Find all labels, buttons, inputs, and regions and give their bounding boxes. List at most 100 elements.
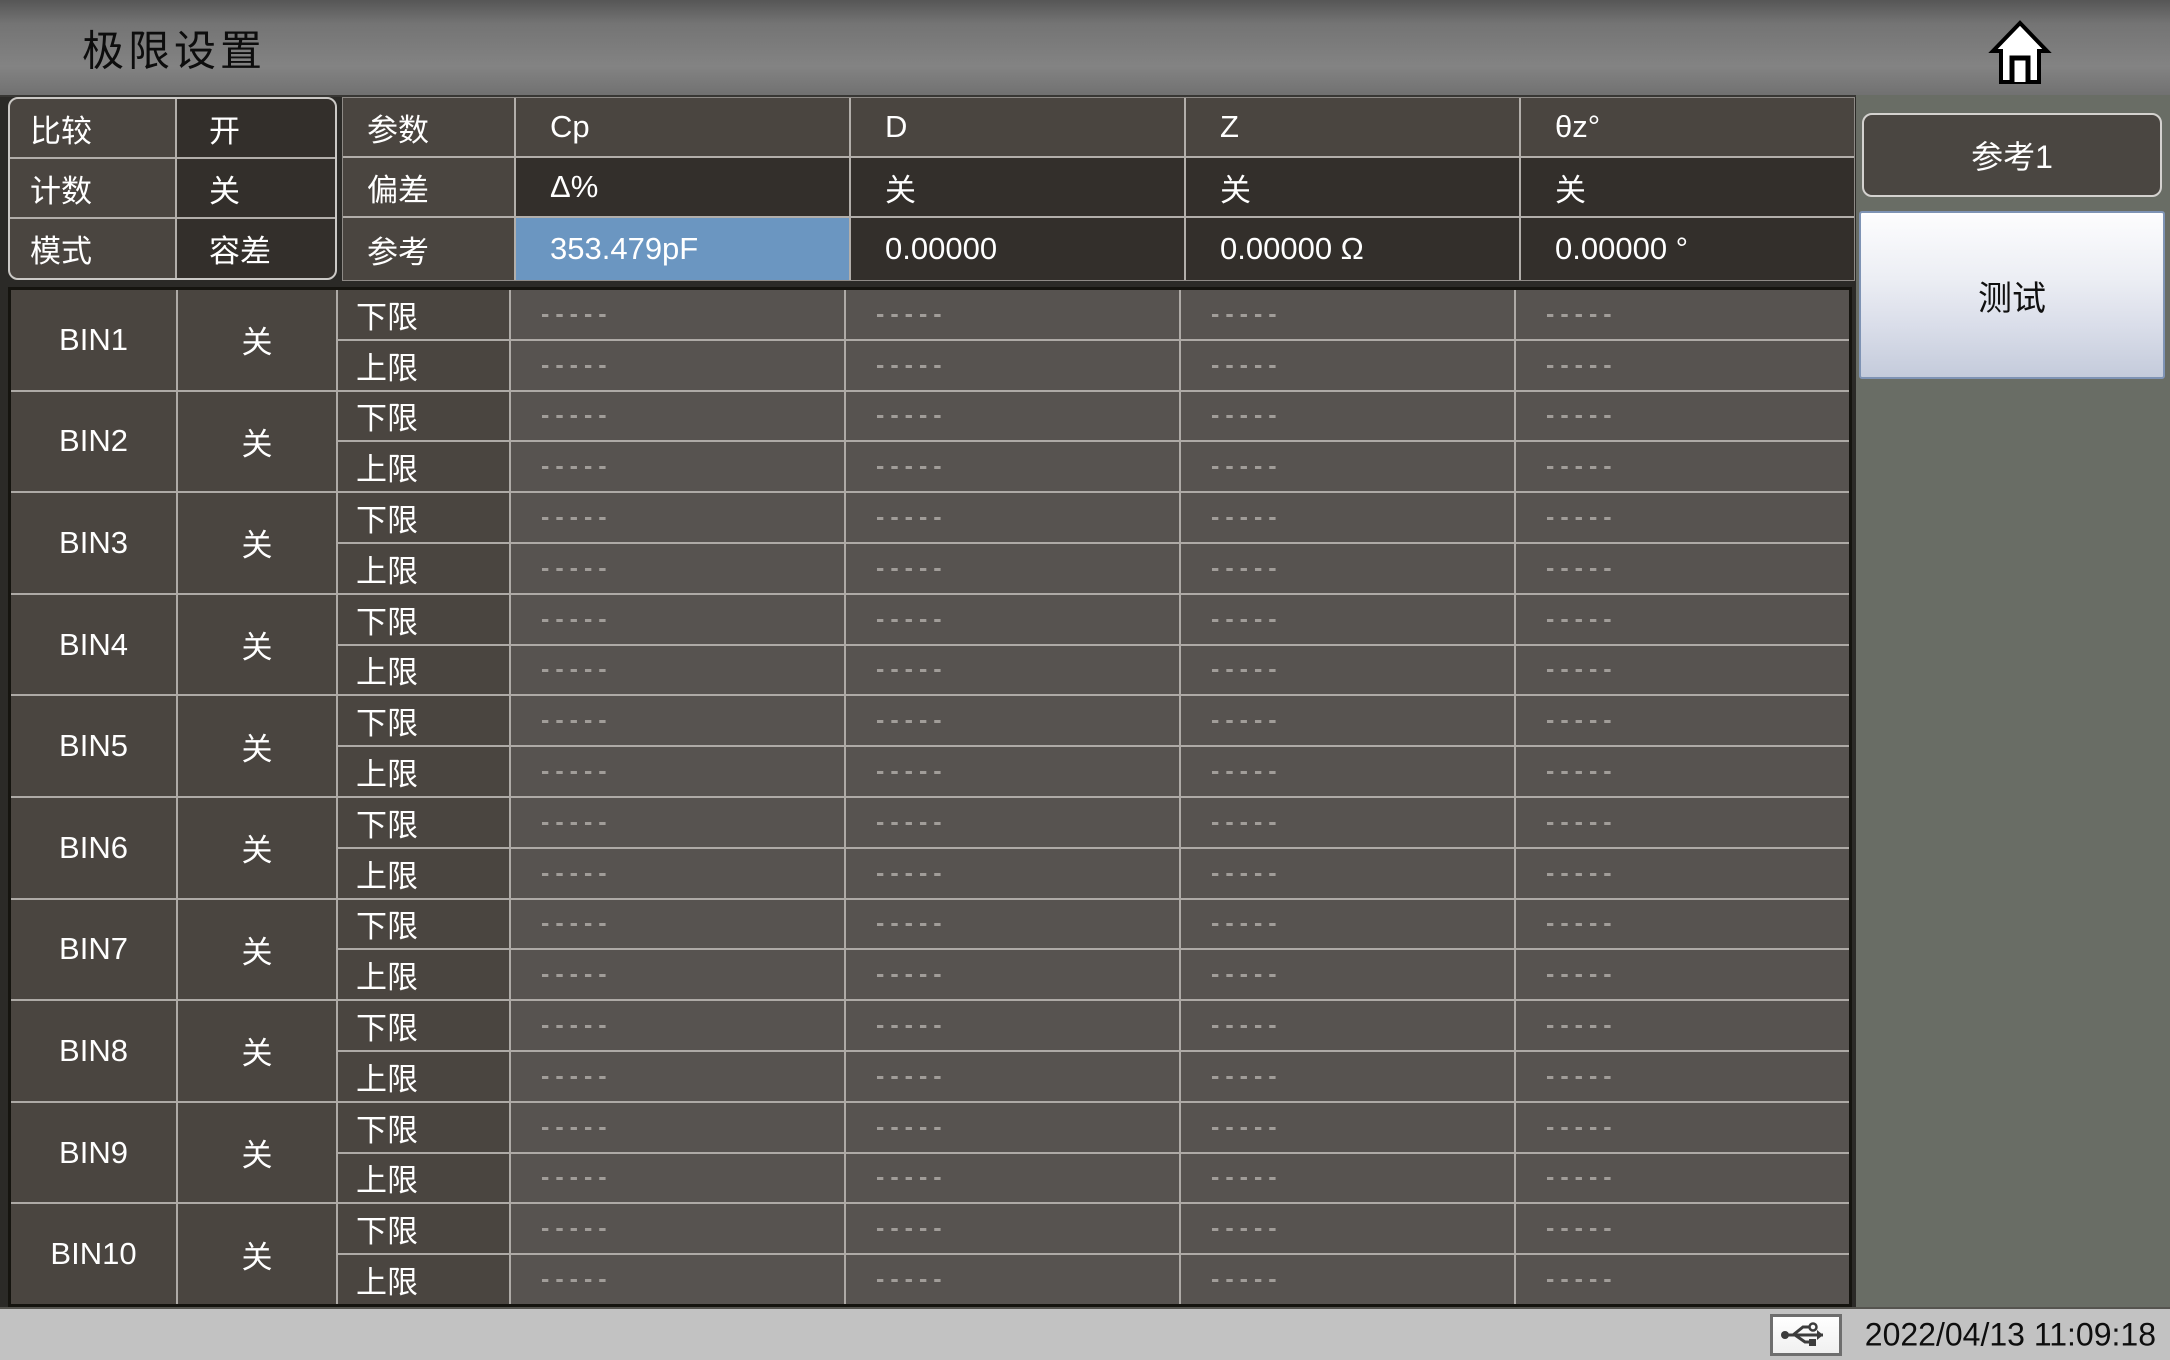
- upper-limit-value-cp[interactable]: -----: [511, 442, 844, 492]
- upper-limit-value-theta[interactable]: -----: [1516, 1153, 1849, 1203]
- upper-limit-value-z[interactable]: -----: [1181, 848, 1514, 898]
- reference1-button[interactable]: 参考1: [1862, 113, 2162, 197]
- lower-limit-value-cp[interactable]: -----: [511, 1204, 844, 1254]
- lower-limit-value-z[interactable]: -----: [1181, 1204, 1514, 1254]
- bin-state-cell[interactable]: 关: [178, 899, 336, 1000]
- lower-limit-value-theta[interactable]: -----: [1516, 696, 1849, 746]
- upper-limit-value-d[interactable]: -----: [846, 340, 1179, 390]
- lower-limit-value-z[interactable]: -----: [1181, 493, 1514, 542]
- param-col-header-theta[interactable]: θz°: [1521, 98, 1854, 156]
- lower-limit-value-d[interactable]: -----: [846, 391, 1179, 441]
- lower-limit-value-d[interactable]: -----: [846, 1102, 1179, 1152]
- upper-limit-value-theta[interactable]: -----: [1516, 543, 1849, 593]
- lower-limit-value-theta[interactable]: -----: [1516, 797, 1849, 847]
- upper-limit-value-theta[interactable]: -----: [1516, 1255, 1849, 1304]
- upper-limit-value-cp[interactable]: -----: [511, 340, 844, 390]
- reference-value-z[interactable]: 0.00000 Ω: [1186, 218, 1519, 280]
- param-col-header-z[interactable]: Z: [1186, 98, 1519, 156]
- lower-limit-value-z[interactable]: -----: [1181, 899, 1514, 949]
- upper-limit-value-d[interactable]: -----: [846, 747, 1179, 796]
- upper-limit-value-z[interactable]: -----: [1181, 1255, 1514, 1304]
- upper-limit-value-theta[interactable]: -----: [1516, 645, 1849, 695]
- lower-limit-value-d[interactable]: -----: [846, 290, 1179, 339]
- lower-limit-value-theta[interactable]: -----: [1516, 493, 1849, 542]
- config-value-compare[interactable]: 开: [177, 99, 335, 157]
- lower-limit-value-cp[interactable]: -----: [511, 696, 844, 746]
- lower-limit-value-z[interactable]: -----: [1181, 797, 1514, 847]
- lower-limit-value-d[interactable]: -----: [846, 696, 1179, 746]
- upper-limit-value-theta[interactable]: -----: [1516, 1051, 1849, 1101]
- upper-limit-value-cp[interactable]: -----: [511, 1153, 844, 1203]
- upper-limit-value-z[interactable]: -----: [1181, 1051, 1514, 1101]
- upper-limit-value-d[interactable]: -----: [846, 1255, 1179, 1304]
- deviation-value-d[interactable]: 关: [851, 158, 1184, 216]
- upper-limit-value-d[interactable]: -----: [846, 1051, 1179, 1101]
- lower-limit-value-z[interactable]: -----: [1181, 1001, 1514, 1050]
- lower-limit-value-cp[interactable]: -----: [511, 493, 844, 542]
- config-value-mode[interactable]: 容差: [177, 219, 335, 278]
- bin-state-cell[interactable]: 关: [178, 1204, 336, 1304]
- lower-limit-value-cp[interactable]: -----: [511, 899, 844, 949]
- lower-limit-value-cp[interactable]: -----: [511, 391, 844, 441]
- upper-limit-value-z[interactable]: -----: [1181, 1153, 1514, 1203]
- upper-limit-value-d[interactable]: -----: [846, 848, 1179, 898]
- lower-limit-value-z[interactable]: -----: [1181, 696, 1514, 746]
- bin-state-cell[interactable]: 关: [178, 1001, 336, 1101]
- config-value-count[interactable]: 关: [177, 159, 335, 217]
- lower-limit-value-theta[interactable]: -----: [1516, 1102, 1849, 1152]
- upper-limit-value-z[interactable]: -----: [1181, 645, 1514, 695]
- bin-state-cell[interactable]: 关: [178, 696, 336, 796]
- upper-limit-value-z[interactable]: -----: [1181, 543, 1514, 593]
- upper-limit-value-cp[interactable]: -----: [511, 747, 844, 796]
- lower-limit-value-z[interactable]: -----: [1181, 290, 1514, 339]
- upper-limit-value-d[interactable]: -----: [846, 645, 1179, 695]
- upper-limit-value-theta[interactable]: -----: [1516, 848, 1849, 898]
- upper-limit-value-cp[interactable]: -----: [511, 848, 844, 898]
- upper-limit-value-d[interactable]: -----: [846, 950, 1179, 1000]
- bin-state-cell[interactable]: 关: [178, 391, 336, 492]
- home-icon[interactable]: [1988, 20, 2052, 86]
- upper-limit-value-d[interactable]: -----: [846, 1153, 1179, 1203]
- lower-limit-value-d[interactable]: -----: [846, 493, 1179, 542]
- lower-limit-value-cp[interactable]: -----: [511, 1001, 844, 1050]
- lower-limit-value-z[interactable]: -----: [1181, 391, 1514, 441]
- upper-limit-value-theta[interactable]: -----: [1516, 747, 1849, 796]
- bin-state-cell[interactable]: 关: [178, 797, 336, 898]
- upper-limit-value-theta[interactable]: -----: [1516, 950, 1849, 1000]
- bin-state-cell[interactable]: 关: [178, 1102, 336, 1203]
- lower-limit-value-theta[interactable]: -----: [1516, 899, 1849, 949]
- lower-limit-value-cp[interactable]: -----: [511, 290, 844, 339]
- upper-limit-value-z[interactable]: -----: [1181, 340, 1514, 390]
- lower-limit-value-z[interactable]: -----: [1181, 594, 1514, 644]
- upper-limit-value-d[interactable]: -----: [846, 442, 1179, 492]
- upper-limit-value-cp[interactable]: -----: [511, 1051, 844, 1101]
- lower-limit-value-d[interactable]: -----: [846, 1001, 1179, 1050]
- lower-limit-value-d[interactable]: -----: [846, 594, 1179, 644]
- lower-limit-value-theta[interactable]: -----: [1516, 594, 1849, 644]
- upper-limit-value-theta[interactable]: -----: [1516, 340, 1849, 390]
- reference-value-d[interactable]: 0.00000: [851, 218, 1184, 280]
- upper-limit-value-cp[interactable]: -----: [511, 645, 844, 695]
- upper-limit-value-z[interactable]: -----: [1181, 950, 1514, 1000]
- upper-limit-value-d[interactable]: -----: [846, 543, 1179, 593]
- lower-limit-value-z[interactable]: -----: [1181, 1102, 1514, 1152]
- lower-limit-value-theta[interactable]: -----: [1516, 1001, 1849, 1050]
- lower-limit-value-theta[interactable]: -----: [1516, 391, 1849, 441]
- lower-limit-value-d[interactable]: -----: [846, 899, 1179, 949]
- upper-limit-value-cp[interactable]: -----: [511, 1255, 844, 1304]
- bin-state-cell[interactable]: 关: [178, 594, 336, 695]
- upper-limit-value-cp[interactable]: -----: [511, 543, 844, 593]
- lower-limit-value-cp[interactable]: -----: [511, 797, 844, 847]
- deviation-value-z[interactable]: 关: [1186, 158, 1519, 216]
- test-button[interactable]: 测试: [1859, 211, 2165, 379]
- upper-limit-value-z[interactable]: -----: [1181, 442, 1514, 492]
- lower-limit-value-theta[interactable]: -----: [1516, 1204, 1849, 1254]
- deviation-value-theta[interactable]: 关: [1521, 158, 1854, 216]
- upper-limit-value-cp[interactable]: -----: [511, 950, 844, 1000]
- bin-state-cell[interactable]: 关: [178, 493, 336, 593]
- upper-limit-value-z[interactable]: -----: [1181, 747, 1514, 796]
- lower-limit-value-cp[interactable]: -----: [511, 1102, 844, 1152]
- reference-value-theta[interactable]: 0.00000 °: [1521, 218, 1854, 280]
- bin-state-cell[interactable]: 关: [178, 290, 336, 390]
- lower-limit-value-d[interactable]: -----: [846, 797, 1179, 847]
